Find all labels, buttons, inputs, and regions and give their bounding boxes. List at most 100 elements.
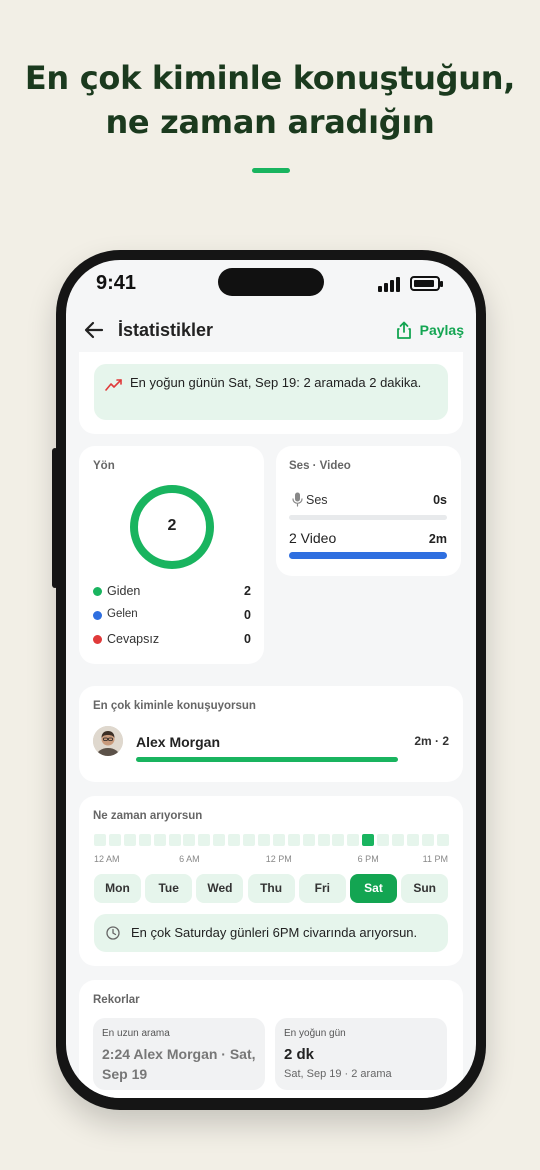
- peak-insight-card: En yoğun günün Sat, Sep 19: 2 aramada 2 …: [79, 352, 463, 434]
- navbar: İstatistikler Paylaş: [66, 308, 476, 352]
- headline: En çok kiminle konuştuğun, ne zaman arad…: [0, 56, 540, 144]
- day-pill-sat[interactable]: Sat: [350, 874, 397, 903]
- day-pill-mon[interactable]: Mon: [94, 874, 141, 903]
- media-title: Ses · Video: [289, 460, 351, 472]
- hour-label: 12 AM: [94, 854, 120, 864]
- missed-dot: [93, 635, 102, 644]
- video-track: [289, 552, 447, 559]
- time-of-day-title: Ne zaman arıyorsun: [93, 810, 203, 822]
- incoming-dot: [93, 611, 102, 620]
- contact-name: Alex Morgan: [136, 734, 221, 750]
- video-value: 2m: [428, 532, 447, 546]
- legend-row-incoming: Gelen 0: [93, 606, 251, 626]
- missed-value: 0: [244, 632, 251, 646]
- hour-cell: [228, 834, 241, 846]
- person-avatar-icon: [93, 726, 123, 756]
- arrow-left-icon[interactable]: [82, 318, 106, 342]
- headline-accent-bar: [252, 168, 290, 173]
- signal-icon: [378, 276, 402, 292]
- hour-label: 6 PM: [357, 854, 379, 864]
- day-pill-fri[interactable]: Fri: [298, 874, 346, 903]
- peak-insight: En yoğun günün Sat, Sep 19: 2 aramada 2 …: [94, 364, 448, 420]
- hour-cell: [392, 834, 404, 846]
- record-busiest-label: En yoğun gün: [284, 1028, 346, 1039]
- hour-cell: [94, 834, 106, 846]
- dynamic-island: [218, 268, 324, 296]
- day-pill-wed[interactable]: Wed: [196, 874, 244, 903]
- hour-cell: [123, 834, 136, 846]
- record-busiest-day[interactable]: En yoğun gün 2 dk Sat, Sep 19 · 2 arama: [275, 1018, 447, 1090]
- phone-screen: 9:41 İstatistikler Paylaş En yoğun günün…: [66, 260, 476, 1098]
- share-label: Paylaş: [419, 322, 464, 338]
- top-contacts-card: En çok kiminle konuşuyorsun Alex Morgan …: [79, 686, 463, 782]
- hour-cell: [287, 834, 300, 846]
- hour-cell: [317, 834, 330, 846]
- incoming-label: Gelen: [107, 608, 138, 620]
- status-time: 9:41: [96, 272, 137, 294]
- hour-cell: [153, 834, 166, 846]
- contact-bar: [136, 757, 398, 762]
- hour-label: 12 PM: [265, 854, 292, 864]
- record-busiest-sub: Sat, Sep 19 · 2 arama: [284, 1068, 392, 1080]
- legend-row-missed: Cevapsız 0: [93, 630, 251, 650]
- hour-cell: [213, 834, 226, 846]
- hour-cell: [168, 834, 181, 846]
- voice-row: Ses 0s: [289, 491, 447, 509]
- hour-cell: [243, 834, 255, 846]
- hour-cell: [347, 834, 360, 846]
- hour-cell: [362, 834, 375, 846]
- outgoing-dot: [93, 587, 102, 596]
- microphone-icon: [292, 492, 303, 507]
- phone-frame: 9:41 İstatistikler Paylaş En yoğun günün…: [52, 250, 486, 1110]
- media-card: Ses · Video Ses 0s 2 Video 2m: [276, 446, 461, 576]
- share-button[interactable]: Paylaş: [396, 318, 464, 342]
- top-contacts-title: En çok kiminle konuşuyorsun: [93, 700, 256, 712]
- day-pill-thu[interactable]: Thu: [247, 874, 295, 903]
- time-of-day-card: Ne zaman arıyorsun 12 AM 6 AM 12 PM 6 PM 11 …: [79, 796, 463, 966]
- direction-total: 2: [167, 517, 177, 534]
- hour-cell: [302, 834, 315, 846]
- record-longest-value: 2:24 Alex Morgan · Sat, Sep 19: [102, 1046, 256, 1082]
- direction-card: Yön 2 Giden 2 Gelen 0 Cevapsız 0: [79, 446, 264, 664]
- hour-cell: [183, 834, 196, 846]
- hour-heatmap: [94, 834, 449, 848]
- hour-cell: [406, 834, 419, 846]
- record-longest-label: En uzun arama: [102, 1028, 170, 1039]
- contact-stat: 2m · 2: [414, 734, 449, 748]
- hour-label: 11 PM: [422, 854, 448, 864]
- record-longest-call[interactable]: En uzun arama 2:24 Alex Morgan · Sat, Se…: [93, 1018, 265, 1090]
- trend-chart-icon: [105, 379, 122, 391]
- record-busiest-value: 2 dk: [284, 1046, 315, 1063]
- contact-row[interactable]: Alex Morgan 2m · 2: [93, 726, 449, 766]
- hour-cell: [377, 834, 390, 846]
- hour-cell: [138, 834, 151, 846]
- day-pill-sun[interactable]: Sun: [401, 874, 449, 903]
- incoming-value: 0: [244, 608, 251, 622]
- hour-cell: [198, 834, 211, 846]
- video-bar: [289, 552, 447, 559]
- avatar: [93, 726, 123, 756]
- outgoing-value: 2: [244, 584, 251, 598]
- time-insight: En çok Saturday günleri 6PM civarında ar…: [94, 914, 448, 952]
- hour-cell: [332, 834, 345, 846]
- video-row: 2 Video 2m: [289, 530, 447, 550]
- video-label: 2 Video: [289, 530, 337, 546]
- day-pill-tue[interactable]: Tue: [145, 874, 193, 903]
- outgoing-label: Giden: [107, 584, 141, 598]
- contact-track: [136, 757, 398, 762]
- headline-line-2: ne zaman aradığın: [105, 103, 435, 141]
- headline-line-1: En çok kiminle konuştuğun,: [24, 59, 516, 97]
- records-card: Rekorlar En uzun arama 2:24 Alex Morgan …: [79, 980, 463, 1098]
- hour-label: 6 AM: [179, 854, 200, 864]
- hour-cell: [272, 834, 285, 846]
- missed-label: Cevapsız: [107, 632, 160, 646]
- battery-icon: [410, 276, 443, 291]
- status-bar: 9:41: [66, 260, 476, 308]
- direction-title: Yön: [93, 460, 115, 472]
- share-icon: [396, 321, 411, 339]
- phone-side-button: [52, 448, 58, 588]
- hour-cell: [108, 834, 121, 846]
- voice-label: Ses: [306, 493, 328, 507]
- voice-value: 0s: [433, 493, 447, 507]
- page-title: İstatistikler: [118, 320, 214, 340]
